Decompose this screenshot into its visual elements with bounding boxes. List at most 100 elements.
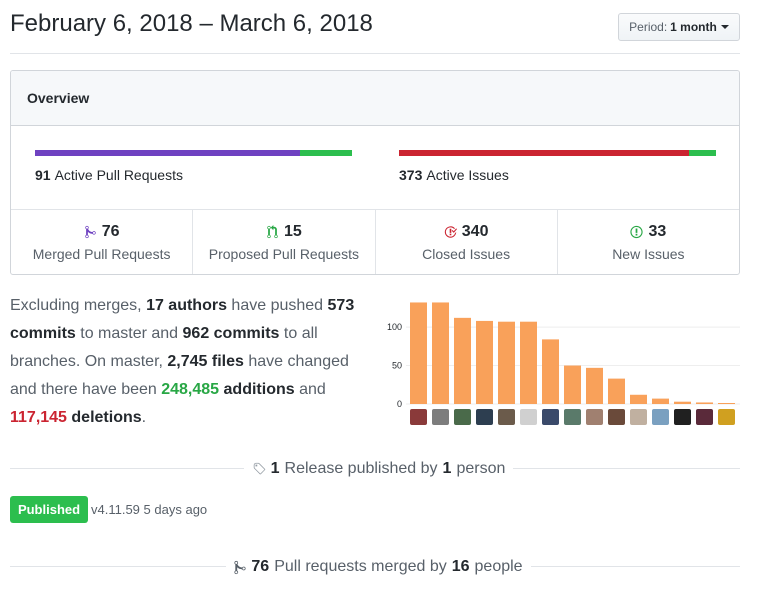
stat-proposed-pull-requests[interactable]: 15 Proposed Pull Requests xyxy=(193,210,376,274)
contributor-bar[interactable] xyxy=(520,321,537,404)
contributor-avatar[interactable] xyxy=(608,409,625,425)
closed-segment xyxy=(399,150,690,156)
stats-row: 76 Merged Pull Requests 15 Proposed Pull… xyxy=(11,209,739,274)
stat-new-issues-label: New Issues xyxy=(612,246,685,262)
contributor-bar[interactable] xyxy=(476,320,493,404)
period-label: Period: xyxy=(629,20,668,34)
contributor-bar[interactable] xyxy=(630,394,647,404)
y-tick-label: 0 xyxy=(397,399,402,409)
contributor-bar[interactable] xyxy=(696,402,713,404)
issues-progress-bar xyxy=(399,150,716,156)
stat-closed-issues[interactable]: 340 Closed Issues xyxy=(376,210,558,274)
all-branches-commits-count: 962 commits xyxy=(182,325,280,342)
contributors-bar-chart: 100 50 0 xyxy=(387,302,740,425)
header-divider xyxy=(10,53,740,54)
contributor-bar[interactable] xyxy=(410,302,427,404)
release-version-link[interactable]: v4.11.59 xyxy=(91,502,140,517)
tag-icon xyxy=(253,462,265,475)
published-badge: Published xyxy=(10,496,88,523)
release-people-count: 1 xyxy=(442,460,452,477)
release-people-label: person xyxy=(456,460,506,477)
contributor-avatar[interactable] xyxy=(564,409,581,425)
caret-down-icon xyxy=(720,25,729,29)
contributor-bar[interactable] xyxy=(608,378,625,404)
release-count: 1 xyxy=(270,460,280,477)
git-merge-icon xyxy=(84,225,96,239)
merged-prs-people-label: people xyxy=(474,558,523,575)
new-segment xyxy=(689,150,716,156)
y-tick-label: 100 xyxy=(387,322,402,332)
contributor-bar[interactable] xyxy=(652,398,669,404)
git-pull-request-icon xyxy=(267,225,278,239)
releases-summary: 1 Release published by 1 person xyxy=(0,460,757,481)
contributor-avatar[interactable] xyxy=(454,409,471,425)
y-tick-label: 50 xyxy=(392,361,402,371)
contributor-bar[interactable] xyxy=(564,365,581,404)
git-merge-icon xyxy=(234,560,247,574)
contributor-avatar[interactable] xyxy=(432,409,449,425)
pull-requests-progress-bar xyxy=(35,150,352,156)
merged-prs-text: Pull requests merged by xyxy=(274,558,447,575)
stat-new-issues-number: 33 xyxy=(648,223,667,240)
stat-merged-pull-requests-label: Merged Pull Requests xyxy=(32,246,171,262)
page-title: February 6, 2018 – March 6, 2018 xyxy=(10,10,373,37)
deletions-count: 117,145 xyxy=(10,409,67,426)
contributor-bar[interactable] xyxy=(454,317,471,404)
active-pull-requests-link[interactable]: 91 Active Pull Requests xyxy=(35,167,183,183)
merged-segment xyxy=(35,150,300,156)
summary-text: . xyxy=(141,409,147,426)
summary-text: Excluding merges, xyxy=(10,297,147,314)
contributor-bar[interactable] xyxy=(718,403,735,404)
release-entry: v4.11.59 5 days ago xyxy=(91,502,207,517)
active-issues-link[interactable]: 373 Active Issues xyxy=(399,167,509,183)
contributor-avatar[interactable] xyxy=(586,409,603,425)
authors-count: 17 authors xyxy=(146,297,227,314)
files-changed-count: 2,745 files xyxy=(167,353,244,370)
overview-heading: Overview xyxy=(11,71,739,126)
contributor-avatar[interactable] xyxy=(696,409,713,425)
contributor-bar[interactable] xyxy=(432,302,449,404)
active-pull-requests-count: 91 xyxy=(35,167,51,183)
contributor-bar[interactable] xyxy=(674,401,691,404)
stat-new-issues[interactable]: 33 New Issues xyxy=(558,210,739,274)
contributor-avatar[interactable] xyxy=(476,409,493,425)
proposed-segment xyxy=(299,150,352,156)
additions-label: additions xyxy=(223,381,295,398)
merged-prs-summary: 76 Pull requests merged by 16 people xyxy=(0,558,757,580)
issue-opened-icon xyxy=(630,225,644,239)
contributor-avatar[interactable] xyxy=(520,409,537,425)
contributor-avatar[interactable] xyxy=(498,409,515,425)
active-pull-requests-label: Active Pull Requests xyxy=(54,167,183,183)
period-value: 1 month xyxy=(670,20,717,34)
summary-text: and xyxy=(294,381,326,398)
additions-count: 248,485 xyxy=(161,381,220,398)
stat-merged-pull-requests-number: 76 xyxy=(101,223,120,240)
summary-text: to master and xyxy=(75,325,183,342)
release-summary-text: Release published by xyxy=(284,460,438,477)
period-dropdown-button[interactable]: Period: 1 month xyxy=(618,13,740,41)
stat-merged-pull-requests[interactable]: 76 Merged Pull Requests xyxy=(11,210,194,274)
stat-proposed-pull-requests-label: Proposed Pull Requests xyxy=(208,246,359,262)
contributor-avatar[interactable] xyxy=(718,409,735,425)
merged-prs-people-count: 16 xyxy=(451,558,470,575)
contributor-avatar[interactable] xyxy=(542,409,559,425)
contributor-avatar[interactable] xyxy=(410,409,427,425)
contributor-bar[interactable] xyxy=(542,339,559,404)
contributor-avatar[interactable] xyxy=(630,409,647,425)
stat-proposed-pull-requests-number: 15 xyxy=(283,223,302,240)
merged-prs-count: 76 xyxy=(251,558,270,575)
deletions-label: deletions xyxy=(71,409,142,426)
active-issues-count: 373 xyxy=(399,167,423,183)
release-time: 5 days ago xyxy=(143,502,208,517)
stat-closed-issues-number: 340 xyxy=(461,223,489,240)
stat-closed-issues-label: Closed Issues xyxy=(422,246,511,262)
contributor-bar[interactable] xyxy=(498,321,515,404)
contributor-avatar[interactable] xyxy=(652,409,669,425)
overview-panel: Overview 91 Active Pull Requests 373 Activ… xyxy=(10,70,740,275)
commit-summary: Excluding merges, 17 authors have pushed… xyxy=(10,292,365,432)
issue-closed-icon xyxy=(444,226,457,238)
active-issues-label: Active Issues xyxy=(426,167,509,183)
summary-text: have pushed xyxy=(226,297,328,314)
contributor-avatar[interactable] xyxy=(674,409,691,425)
contributor-bar[interactable] xyxy=(586,367,603,404)
